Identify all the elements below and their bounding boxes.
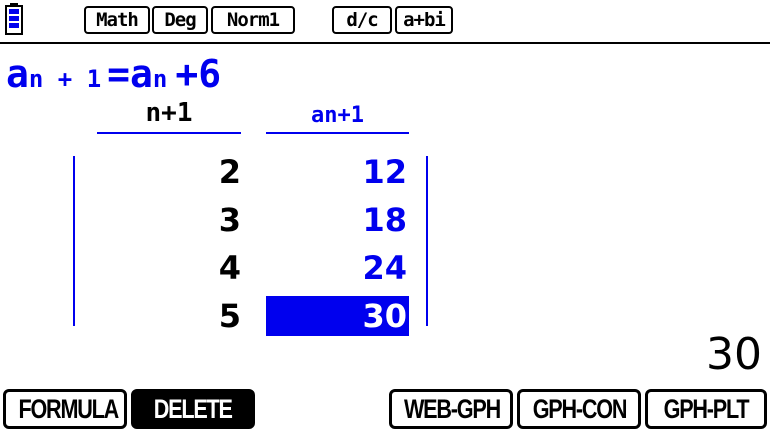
status-bar: Math Deg Norm1 d/c a+bi	[0, 0, 770, 44]
f2-label: DELETE	[153, 394, 233, 424]
status-divider	[0, 42, 770, 44]
cell-a-selected[interactable]: 30	[266, 296, 409, 336]
table-row[interactable]: 2 12	[74, 152, 426, 200]
cell-n[interactable]: 5	[97, 296, 241, 336]
column-header-n: n+1	[145, 98, 193, 128]
recursion-formula: an + 1 =an +6	[6, 52, 221, 96]
table-row[interactable]: 3 18	[74, 200, 426, 248]
status-math-indicator: Math	[84, 6, 150, 34]
f5-label: GPH-CON	[532, 394, 627, 424]
table-row-selected[interactable]: 5 30	[74, 296, 426, 344]
table-row[interactable]: 4 24	[74, 248, 426, 296]
f4-web-graph-button[interactable]: WEB-GPH	[389, 389, 513, 429]
cell-a[interactable]: 24	[266, 248, 409, 288]
formula-rhs-subscript: n	[152, 65, 168, 93]
table-right-border	[426, 156, 428, 326]
cell-a[interactable]: 12	[266, 152, 409, 192]
f2-delete-button[interactable]: DELETE	[131, 389, 255, 429]
formula-rhs-term: a	[130, 52, 153, 96]
cell-n[interactable]: 4	[97, 248, 241, 288]
f1-label: FORMULA	[18, 394, 119, 424]
formula-lhs-subscript: n + 1	[28, 65, 102, 93]
header-underline-a	[266, 132, 409, 134]
formula-lhs-term: a	[6, 52, 29, 96]
f6-graph-plot-button[interactable]: GPH-PLT	[645, 389, 767, 429]
status-display-indicator: Norm1	[211, 6, 295, 34]
formula-equals: =	[107, 52, 131, 96]
cell-n[interactable]: 2	[97, 152, 241, 192]
cell-a[interactable]: 18	[266, 200, 409, 240]
cell-n[interactable]: 3	[97, 200, 241, 240]
column-header-a: an+1	[311, 103, 364, 128]
f6-label: GPH-PLT	[663, 394, 750, 424]
f1-formula-button[interactable]: FORMULA	[3, 389, 127, 429]
battery-icon	[5, 3, 23, 35]
header-underline-n	[97, 132, 241, 134]
formula-rhs-tail: +6	[175, 52, 222, 96]
status-angle-indicator: Deg	[152, 6, 208, 34]
status-fraction-indicator: d/c	[332, 6, 392, 34]
f5-graph-connect-button[interactable]: GPH-CON	[517, 389, 641, 429]
status-complex-indicator: a+bi	[395, 6, 453, 34]
f4-label: WEB-GPH	[404, 394, 501, 424]
result-value: 30	[706, 329, 762, 380]
